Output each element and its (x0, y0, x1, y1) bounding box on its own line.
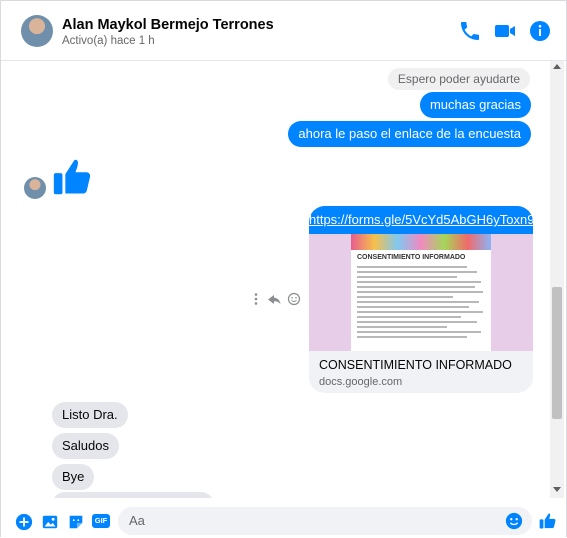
document-title: CONSENTIMIENTO INFORMADO (357, 254, 466, 261)
more-options-icon (254, 293, 258, 305)
link-preview-title[interactable]: CONSENTIMIENTO INFORMADO (319, 358, 512, 372)
avatar[interactable] (21, 15, 53, 47)
document-text-line (357, 326, 447, 328)
scroll-down-arrow-icon[interactable] (553, 487, 561, 492)
document-banner (351, 234, 491, 250)
message-input[interactable]: Aa (118, 507, 532, 535)
document-text-line (357, 276, 457, 278)
conversation-area[interactable]: Espero poder ayudarte muchas gracias aho… (1, 61, 550, 498)
sender-avatar[interactable] (24, 177, 46, 199)
video-icon[interactable] (493, 19, 517, 43)
document-text-line (357, 281, 481, 283)
document-text-line (357, 271, 477, 273)
message-actions[interactable] (251, 292, 303, 306)
document-text-line (357, 286, 475, 288)
document-text-line (357, 321, 477, 323)
document-text-line (357, 336, 467, 338)
react-emoji-icon (287, 292, 301, 306)
link-preview-image[interactable]: CONSENTIMIENTO INFORMADO (309, 234, 533, 351)
info-icon[interactable] (528, 19, 552, 43)
message-received[interactable]: Listo Dra. (52, 402, 128, 428)
plus-circle-icon[interactable] (15, 513, 33, 531)
gif-icon[interactable]: GIF (92, 514, 110, 528)
scrollbar[interactable] (550, 61, 564, 498)
document-text-line (357, 316, 461, 318)
contact-name[interactable]: Alan Maykol Bermejo Terrones (62, 17, 274, 33)
contact-status: Activo(a) hace 1 h (62, 35, 155, 47)
message-received[interactable]: Bye (52, 464, 95, 490)
chat-window: Alan Maykol Bermejo Terrones Activo(a) h… (0, 0, 567, 538)
document-text-line (357, 266, 467, 268)
link-preview-domain: docs.google.com (319, 376, 403, 388)
phone-icon[interactable] (458, 19, 482, 43)
photo-icon[interactable] (41, 513, 59, 531)
message-sent[interactable]: muchas gracias (419, 92, 531, 118)
emoji-icon[interactable] (505, 512, 523, 530)
document-thumbnail: CONSENTIMIENTO INFORMADO (351, 234, 491, 351)
like-button-icon[interactable] (538, 511, 558, 531)
document-text-line (357, 301, 479, 303)
document-text-line (357, 311, 483, 313)
message-sent-previous[interactable]: Espero poder ayudarte (387, 68, 530, 90)
scroll-up-arrow-icon[interactable] (553, 64, 561, 69)
reply-icon (268, 295, 281, 305)
sticker-icon[interactable] (67, 513, 85, 531)
message-received[interactable]: Saludos (52, 433, 119, 459)
scrollbar-thumb[interactable] (552, 287, 562, 419)
document-text-line (357, 291, 483, 293)
document-text-line (357, 306, 469, 308)
message-received-partial[interactable] (52, 492, 214, 498)
survey-link[interactable]: https://forms.gle/5VcYd5AbGH6yToxn9 (309, 206, 533, 234)
message-sent[interactable]: ahora le paso el enlace de la encuesta (288, 121, 531, 147)
link-preview-card[interactable]: https://forms.gle/5VcYd5AbGH6yToxn9 CONS… (309, 206, 533, 393)
document-text-line (357, 296, 453, 298)
chat-header: Alan Maykol Bermejo Terrones Activo(a) h… (1, 1, 566, 61)
thumbs-up-icon[interactable] (50, 154, 96, 200)
message-input-placeholder: Aa (129, 513, 145, 528)
document-text-line (357, 331, 481, 333)
